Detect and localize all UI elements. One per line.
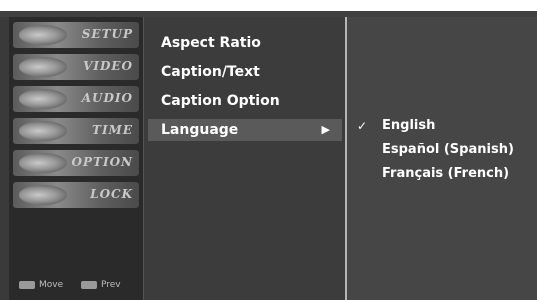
language-option-label: Español (Spanish) <box>382 142 514 157</box>
move-hint-label: Move <box>39 280 64 290</box>
sidebar-item-label: TIME <box>92 123 133 137</box>
prev-hint: Prev <box>81 278 121 292</box>
settings-menu: Aspect Ratio Caption/Text Caption Option… <box>143 17 347 300</box>
menu-item-aspect-ratio[interactable]: Aspect Ratio <box>148 32 342 54</box>
sidebar-item-label: LOCK <box>90 187 133 201</box>
video-icon <box>19 57 67 77</box>
audio-icon <box>19 89 67 109</box>
checkmark-icon: ✓ <box>357 119 368 133</box>
sidebar-item-video[interactable]: VIDEO <box>13 54 139 80</box>
menu-item-caption-text[interactable]: Caption/Text <box>148 61 342 83</box>
move-hint: Move <box>19 278 63 292</box>
language-option-french[interactable]: Français (French) <box>347 163 537 185</box>
language-option-label: English <box>382 118 436 133</box>
sidebar-item-label: VIDEO <box>83 59 133 73</box>
category-sidebar: SETUP VIDEO AUDIO TIME OPTION LOCK Move … <box>9 17 143 300</box>
language-submenu: ✓ English Español (Spanish) Français (Fr… <box>347 17 537 300</box>
time-icon <box>19 121 67 141</box>
prev-hint-label: Prev <box>101 280 121 290</box>
sidebar-item-option[interactable]: OPTION <box>13 150 139 176</box>
sidebar-item-setup[interactable]: SETUP <box>13 22 139 48</box>
sidebar-item-label: SETUP <box>81 27 133 41</box>
menu-item-label: Language <box>161 122 239 138</box>
language-option-english[interactable]: ✓ English <box>347 115 537 137</box>
menu-item-label: Caption Option <box>161 93 280 109</box>
menu-item-label: Caption/Text <box>161 64 260 80</box>
language-option-spanish[interactable]: Español (Spanish) <box>347 139 537 161</box>
prev-icon <box>81 281 97 289</box>
menu-item-language[interactable]: Language ▶ <box>148 119 342 141</box>
sidebar-item-lock[interactable]: LOCK <box>13 182 139 208</box>
move-icon <box>19 281 35 289</box>
sidebar-item-time[interactable]: TIME <box>13 118 139 144</box>
sidebar-item-audio[interactable]: AUDIO <box>13 86 139 112</box>
lock-icon <box>19 185 67 205</box>
sidebar-item-label: OPTION <box>71 155 133 169</box>
setup-icon <box>19 25 67 45</box>
menu-item-caption-option[interactable]: Caption Option <box>148 90 342 112</box>
sidebar-item-label: AUDIO <box>81 91 133 105</box>
language-option-label: Français (French) <box>382 166 510 181</box>
submenu-arrow-icon: ▶ <box>321 123 330 136</box>
menu-item-label: Aspect Ratio <box>161 35 261 51</box>
option-icon <box>19 153 67 173</box>
